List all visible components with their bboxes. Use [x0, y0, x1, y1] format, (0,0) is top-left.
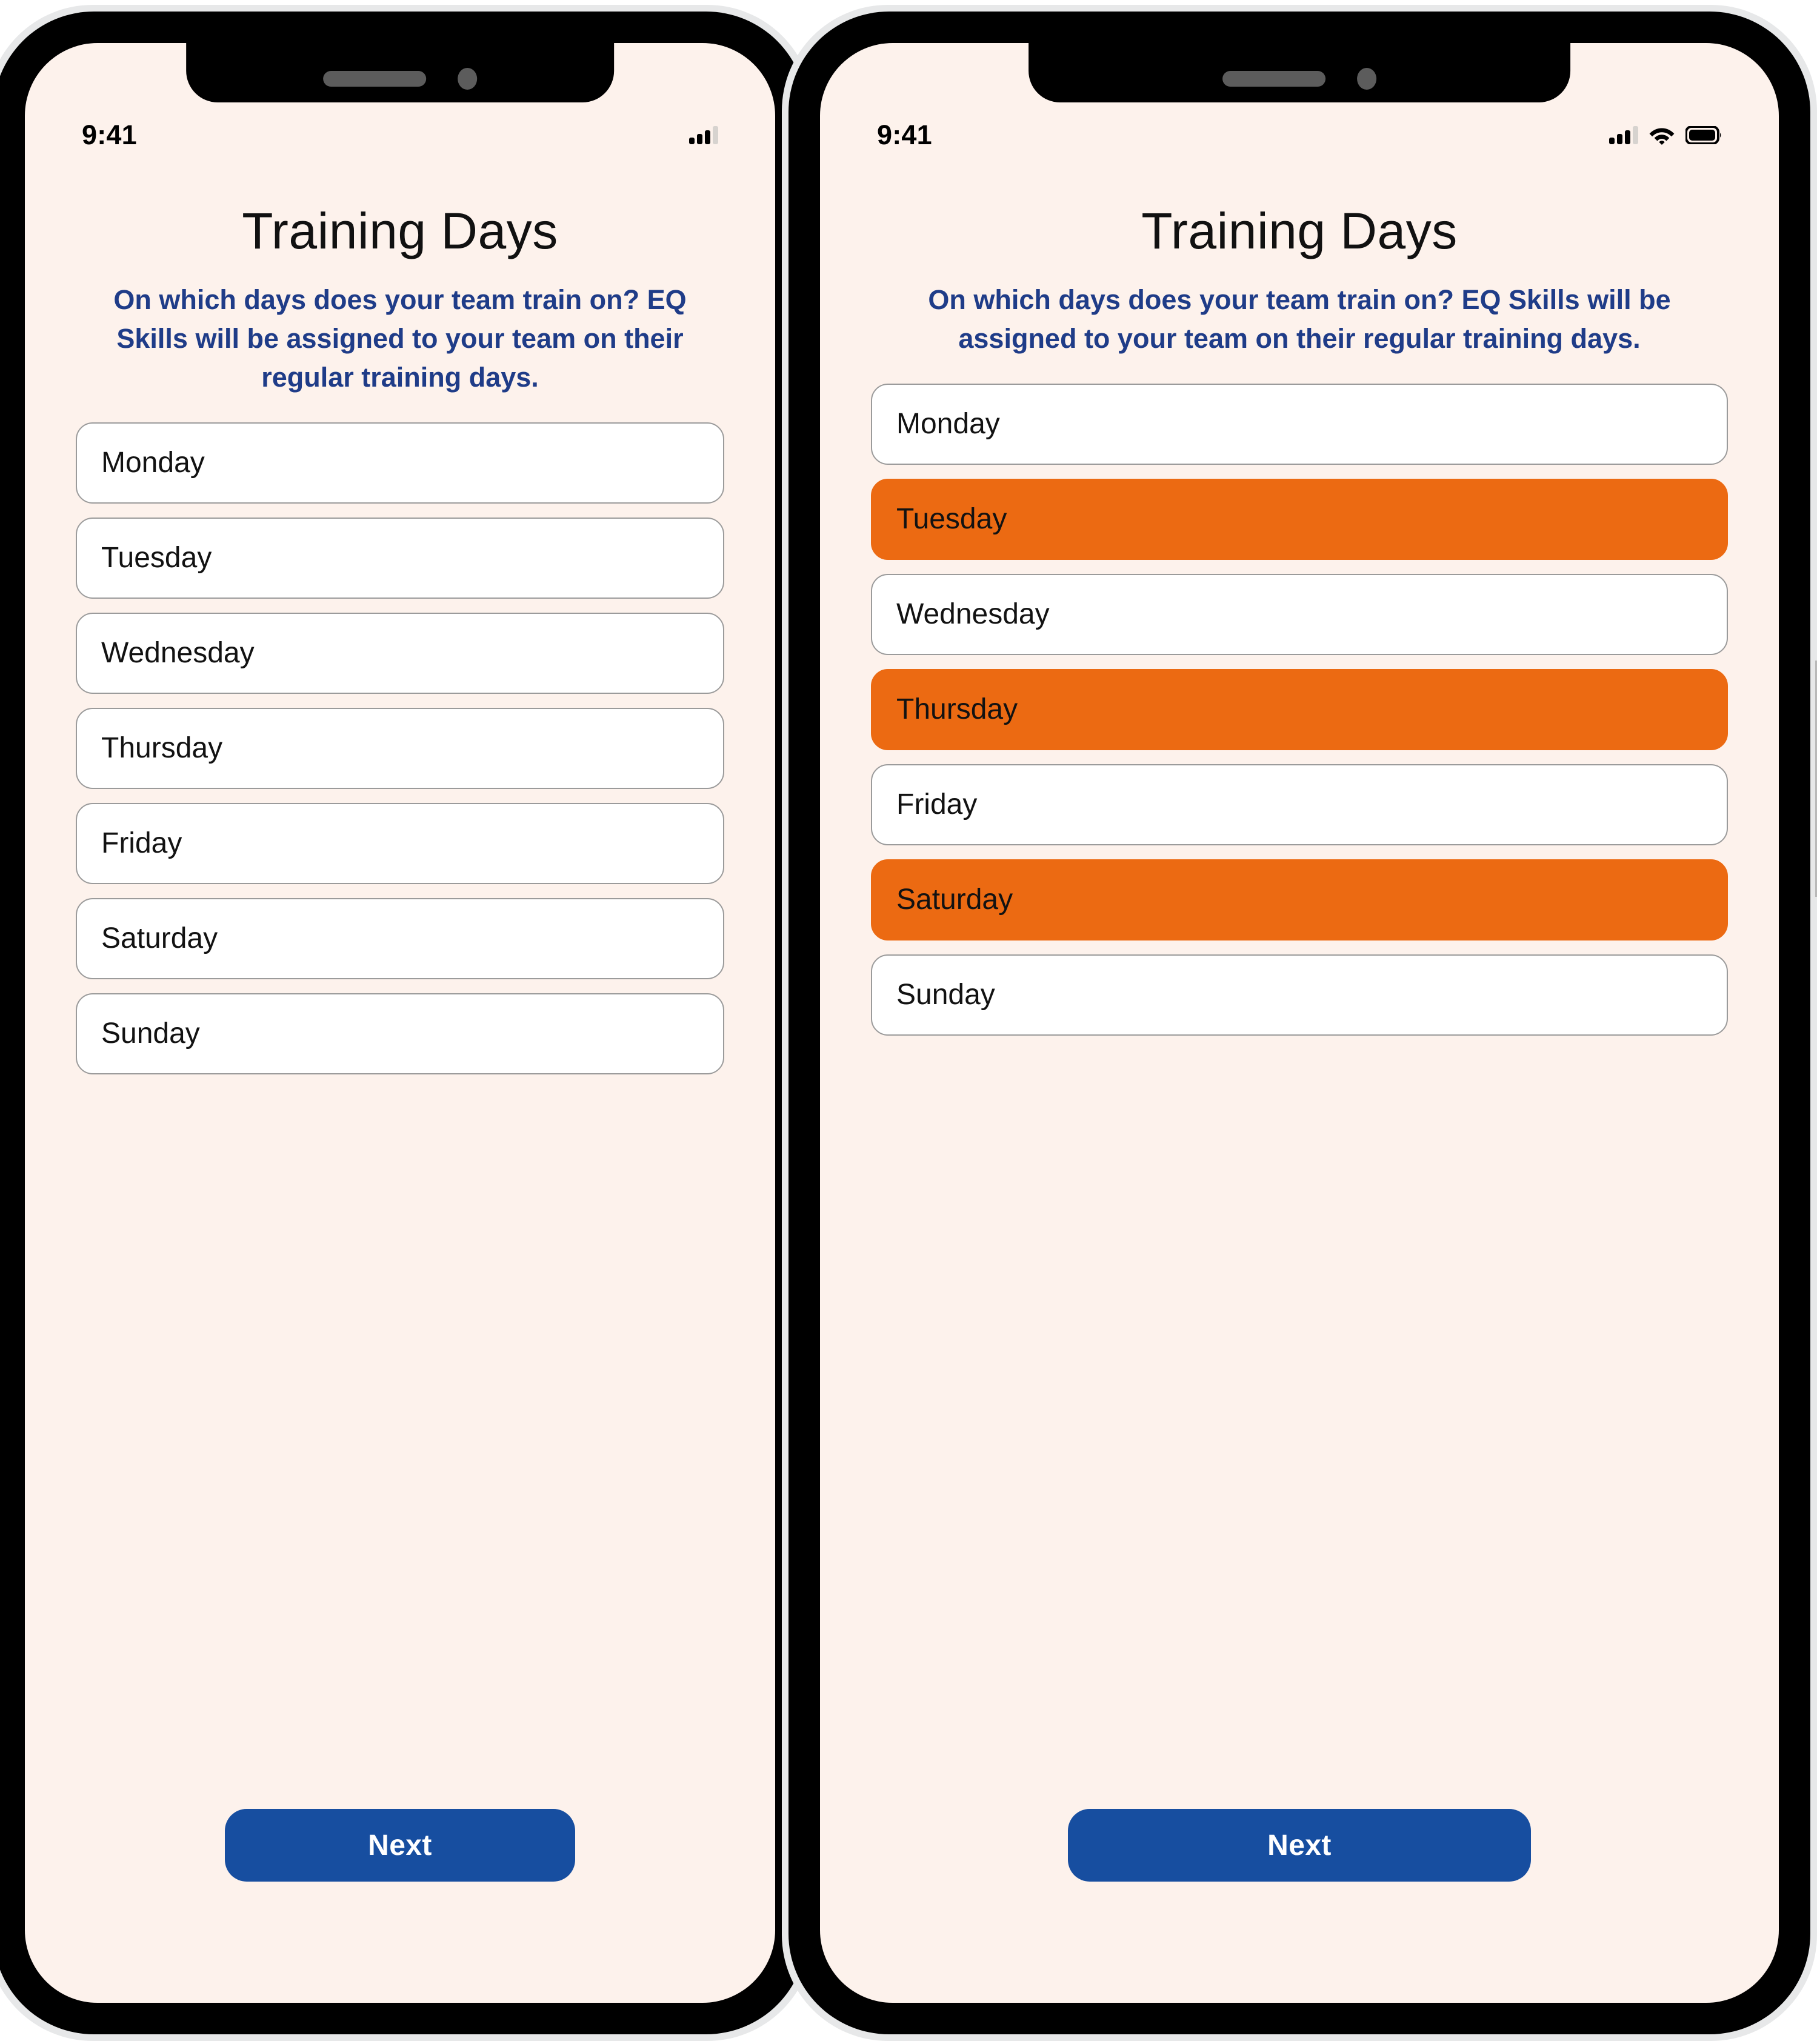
notch-left — [186, 43, 614, 102]
next-button-container: Next — [871, 1809, 1728, 2003]
day-option-saturday[interactable]: Saturday — [871, 859, 1728, 940]
page-subtitle: On which days does your team train on? E… — [113, 284, 687, 393]
status-time: 9:41 — [877, 119, 932, 150]
phone-mockup-left: 9:41 Training Days On which days does yo… — [0, 5, 820, 2041]
day-option-friday[interactable]: Friday — [76, 802, 724, 884]
day-option-wednesday[interactable]: Wednesday — [871, 573, 1728, 655]
day-option-thursday[interactable]: Thursday — [871, 668, 1728, 750]
day-option-label: Friday — [896, 788, 978, 821]
screen-content-left: Training Days On which days does your te… — [25, 43, 775, 2003]
day-option-label: Sunday — [896, 979, 995, 1011]
day-list-left: Monday Tuesday Wednesday Thursday Friday — [76, 422, 724, 1074]
status-icons-right — [1609, 125, 1722, 145]
day-option-label: Friday — [101, 827, 182, 860]
day-option-label: Saturday — [896, 884, 1013, 916]
day-option-label: Saturday — [101, 922, 218, 955]
day-option-label: Monday — [101, 447, 205, 479]
day-option-friday[interactable]: Friday — [871, 764, 1728, 845]
day-option-label: Wednesday — [101, 637, 255, 670]
status-bar-right: 9:41 — [820, 117, 1779, 153]
next-button[interactable]: Next — [225, 1809, 575, 1882]
day-option-monday[interactable]: Monday — [76, 422, 724, 504]
front-camera-icon — [1356, 68, 1376, 90]
speaker-icon — [323, 71, 426, 87]
day-option-tuesday[interactable]: Tuesday — [76, 517, 724, 599]
notch-right — [1029, 43, 1570, 102]
day-option-label: Wednesday — [896, 598, 1050, 631]
phone-bezel-right: 9:41 Training Days On which days does yo… — [788, 12, 1810, 2034]
next-button[interactable]: Next — [1068, 1809, 1531, 1882]
day-option-sunday[interactable]: Sunday — [871, 954, 1728, 1036]
phone-mockup-right: 9:41 Training Days On which days does yo… — [782, 5, 1817, 2041]
day-option-thursday[interactable]: Thursday — [76, 707, 724, 789]
battery-icon — [1685, 126, 1722, 144]
phone-screen-left: 9:41 Training Days On which days does yo… — [25, 43, 775, 2003]
next-button-container: Next — [76, 1809, 724, 2003]
day-option-monday[interactable]: Monday — [871, 383, 1728, 465]
phone-bezel-left: 9:41 Training Days On which days does yo… — [0, 12, 807, 2034]
front-camera-icon — [458, 68, 477, 90]
status-time: 9:41 — [82, 119, 137, 150]
phone-screen-right: 9:41 Training Days On which days does yo… — [820, 43, 1779, 2003]
day-option-label: Monday — [896, 408, 1000, 441]
day-option-sunday[interactable]: Sunday — [76, 993, 724, 1074]
screen-content-right: Training Days On which days does your te… — [820, 43, 1779, 2003]
day-option-tuesday[interactable]: Tuesday — [871, 478, 1728, 560]
day-option-label: Thursday — [896, 693, 1018, 726]
day-option-wednesday[interactable]: Wednesday — [76, 612, 724, 694]
day-option-label: Tuesday — [896, 503, 1007, 536]
day-option-label: Thursday — [101, 732, 223, 765]
page-subtitle: On which days does your team train on? E… — [928, 284, 1671, 354]
day-option-saturday[interactable]: Saturday — [76, 897, 724, 979]
status-icons-left — [689, 126, 718, 144]
wifi-icon — [1649, 125, 1675, 145]
day-list-right: Monday Tuesday Wednesday Thursday Friday — [871, 383, 1728, 1036]
day-option-label: Tuesday — [101, 542, 212, 574]
cellular-bars-icon — [689, 126, 718, 144]
cellular-bars-icon — [1609, 126, 1638, 144]
day-option-label: Sunday — [101, 1017, 200, 1050]
speaker-icon — [1222, 71, 1325, 87]
screenshot-stage: 9:41 Training Days On which days does yo… — [0, 0, 1817, 2044]
status-bar-left: 9:41 — [25, 117, 775, 153]
